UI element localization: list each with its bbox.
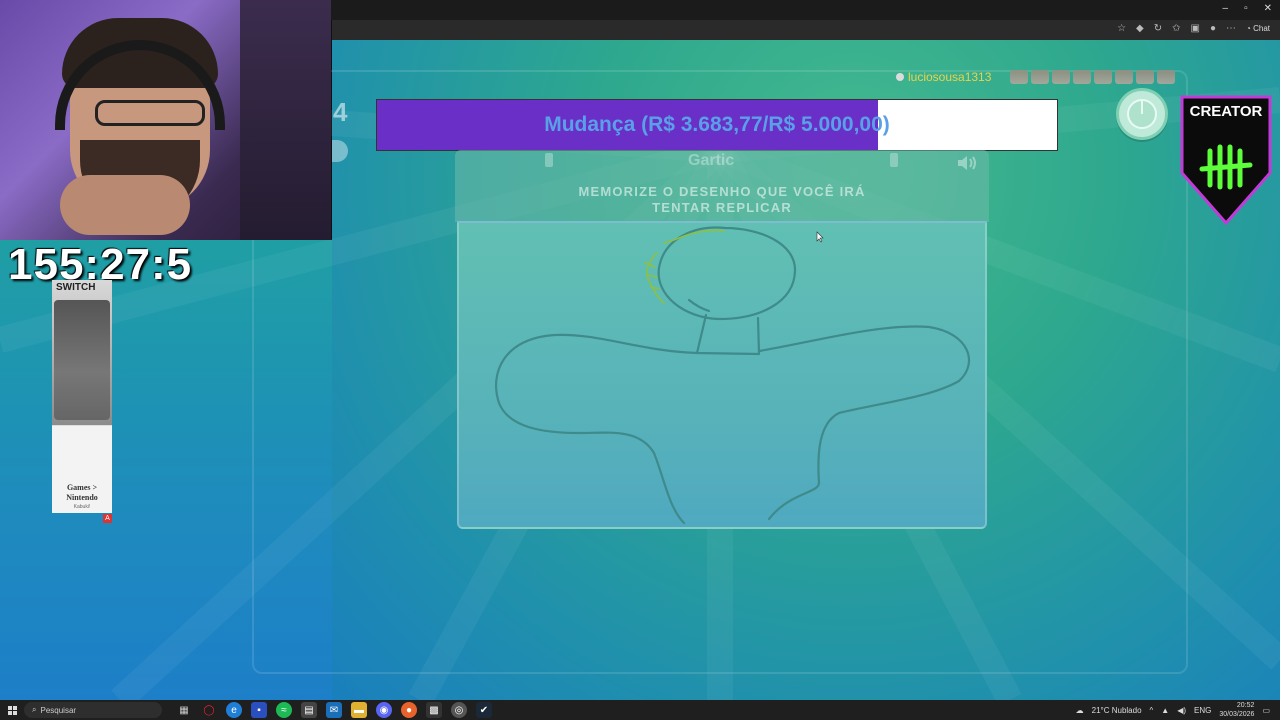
task-view-icon[interactable]: ▦ (176, 702, 192, 718)
round-number: 4 (333, 97, 348, 127)
store-icon[interactable]: ▤ (301, 702, 317, 718)
timer-hand (1141, 99, 1143, 114)
promo-line-1: Games > (66, 483, 98, 492)
app-icon[interactable]: ▪ (251, 702, 267, 718)
search-icon: ⌕ (32, 705, 37, 714)
webcam-shelf (240, 0, 331, 240)
promo-line-2: Nintendo (66, 493, 98, 502)
browser-address-bar[interactable]: ☆ ◆ ↻ ✩ ▣ ● ⋯ ◔ Chat (332, 20, 1280, 40)
chevron-up-icon[interactable]: ^ (1150, 706, 1154, 715)
chrome-icon[interactable]: ◎ (451, 702, 467, 718)
opera-icon[interactable]: ◯ (201, 702, 217, 718)
firefox-icon[interactable]: ● (401, 702, 417, 718)
donation-goal-bar: Mudança (R$ 3.683,77/R$ 5.000,00) (376, 99, 1058, 151)
chat-label: Chat (1253, 24, 1270, 33)
promo-card: Games > Nintendo Kabuki! (52, 425, 112, 513)
current-player: luciosousa1313 (896, 70, 991, 84)
promo-badge: A (103, 514, 112, 523)
system-tray: ☁ 21°C Nublado ^ ▲ ◀) ENG 20:52 30/03/20… (1076, 700, 1270, 720)
player-avatars (1010, 70, 1175, 84)
player-name-label: luciosousa1313 (908, 70, 992, 84)
notifications-icon[interactable]: ▭ (1262, 706, 1270, 715)
windows-start-icon[interactable] (0, 700, 24, 720)
creator-badge: CREATOR (1178, 95, 1274, 226)
close-icon[interactable]: ✕ (1264, 3, 1272, 14)
refresh-icon[interactable]: ↻ (1154, 23, 1162, 34)
switch-image (54, 300, 110, 420)
player-avatar (1052, 70, 1070, 84)
switch-ad: SWITCH (52, 280, 112, 425)
webcam-hand (60, 175, 190, 235)
card-pin-left (545, 153, 553, 167)
minimize-icon[interactable]: – (1223, 3, 1229, 14)
player-avatar (1136, 70, 1154, 84)
obs-icon[interactable]: ▩ (426, 702, 442, 718)
sound-icon[interactable] (956, 154, 978, 172)
switch-label: SWITCH (56, 282, 96, 293)
network-icon[interactable]: ▲ (1161, 706, 1169, 715)
star-icon[interactable]: ☆ (1117, 23, 1126, 34)
drawing-canvas[interactable] (457, 221, 987, 529)
donation-goal-text: Mudança (R$ 3.683,77/R$ 5.000,00) (544, 113, 890, 136)
language-indicator[interactable]: ENG (1194, 706, 1211, 715)
card-pin-right (890, 153, 898, 167)
volume-icon[interactable]: ◀) (1177, 706, 1186, 715)
promo-title: Games > Nintendo (54, 483, 110, 503)
collections-icon[interactable]: ▣ (1191, 23, 1200, 34)
promo-subtitle: Kabuki! (73, 504, 91, 510)
glasses (95, 100, 205, 126)
reference-drawing (494, 226, 970, 525)
clock-date: 30/03/2026 (1219, 711, 1255, 718)
chat-button[interactable]: ◔ Chat (1246, 24, 1270, 33)
mail-icon[interactable]: ✉ (326, 702, 342, 718)
weather-text[interactable]: 21°C Nublado (1092, 706, 1142, 715)
player-status-icon (896, 73, 904, 81)
taskbar: ⌕ Pesquisar ▦ ◯ e ▪ ≈ ▤ ✉ ▬ ◉ ● ▩ ◎ ✔ ☁ … (0, 700, 1280, 720)
player-avatar (1031, 70, 1049, 84)
taskbar-search[interactable]: ⌕ Pesquisar (24, 702, 162, 718)
clock-time: 20:52 (1236, 702, 1255, 709)
player-avatar (1073, 70, 1091, 84)
spotify-icon[interactable]: ≈ (276, 702, 292, 718)
profile-icon[interactable]: ● (1210, 23, 1216, 34)
player-avatar (1094, 70, 1112, 84)
instruction-line-1: MEMORIZE O DESENHO QUE VOCÊ IRÁ (578, 184, 866, 199)
discord-icon[interactable]: ◉ (376, 702, 392, 718)
more-icon[interactable]: ⋯ (1226, 23, 1236, 34)
player-avatar (1010, 70, 1028, 84)
search-placeholder: Pesquisar (40, 705, 77, 715)
maximize-icon[interactable]: ▫ (1244, 3, 1248, 14)
steam-icon[interactable]: ✔ (476, 702, 492, 718)
player-avatar (1157, 70, 1175, 84)
instruction-line-2: TENTAR REPLICAR (652, 200, 792, 215)
folder-icon[interactable]: ▬ (351, 702, 367, 718)
webcam-overlay (0, 0, 331, 240)
creator-label: CREATOR (1189, 103, 1263, 120)
player-avatar (1115, 70, 1133, 84)
round-timer (1116, 88, 1168, 140)
clock[interactable]: 20:52 30/03/2026 (1219, 701, 1254, 719)
copilot-icon: ◔ (1246, 24, 1251, 33)
mouse-cursor-icon (816, 231, 824, 243)
favorites-icon[interactable]: ✩ (1172, 23, 1180, 34)
cloud-icon: ☁ (1075, 705, 1084, 715)
gartic-logo: Gartic (688, 152, 735, 169)
edge-icon[interactable]: e (226, 702, 242, 718)
instruction-text: MEMORIZE O DESENHO QUE VOCÊ IRÁ TENTAR R… (455, 184, 989, 216)
extension-icon[interactable]: ◆ (1136, 23, 1144, 34)
